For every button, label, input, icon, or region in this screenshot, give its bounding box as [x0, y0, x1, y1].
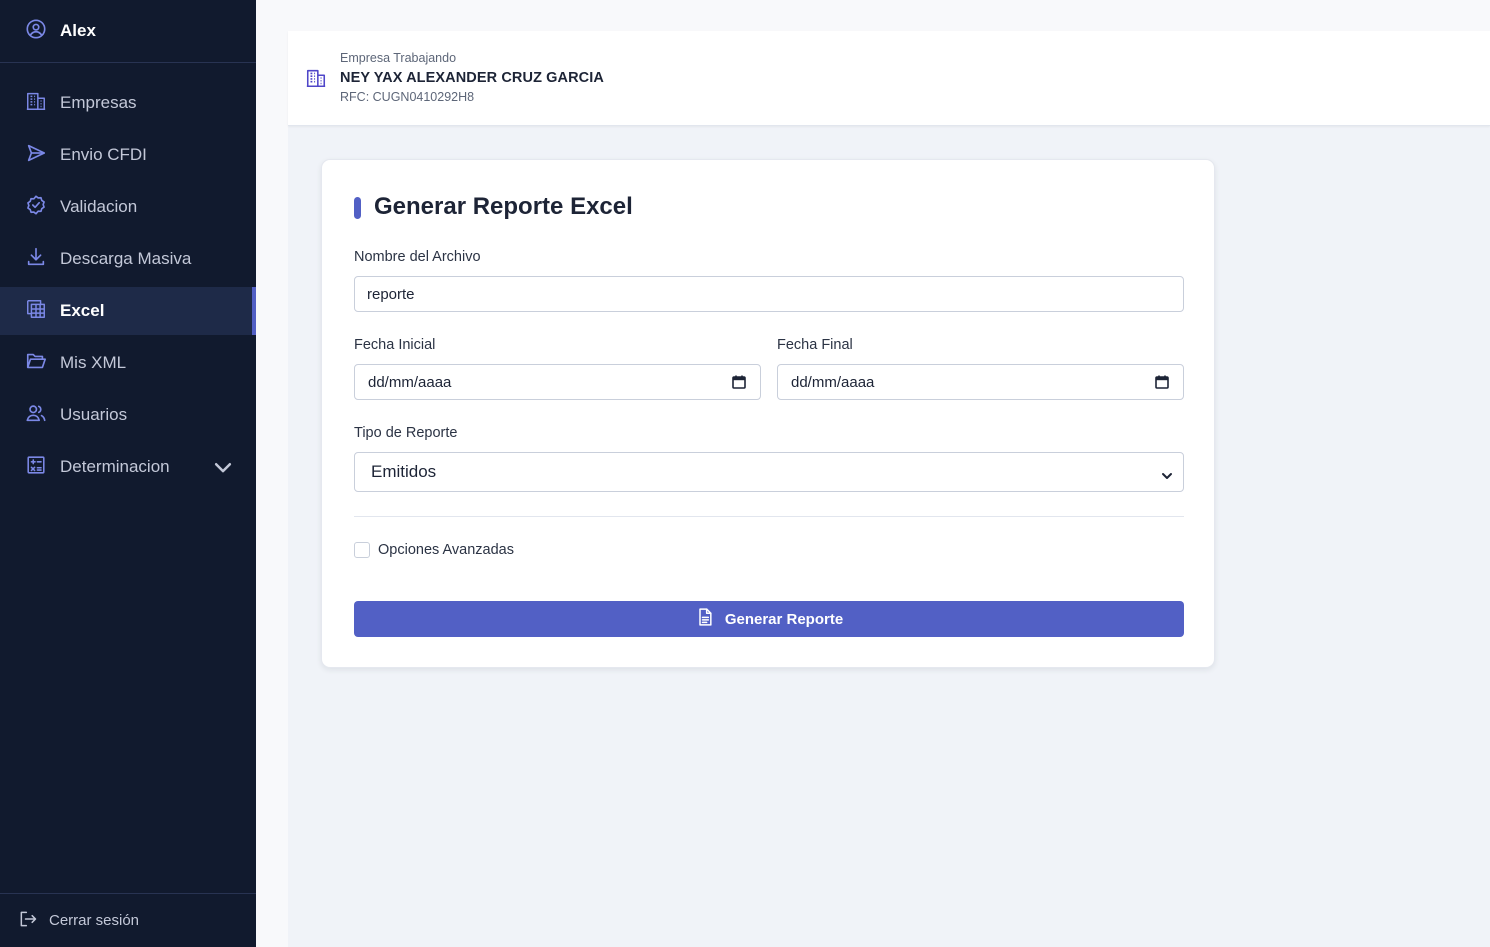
sidebar-item-descarga-masiva[interactable]: Descarga Masiva — [0, 235, 256, 283]
user-profile[interactable]: Alex — [0, 0, 256, 63]
user-name: Alex — [60, 21, 96, 40]
sidebar-item-validacion[interactable]: Validacion — [0, 183, 256, 231]
sidebar: Alex Empresas Envio CFDI Validacion Desc… — [0, 0, 256, 947]
sidebar-item-label: Empresas — [60, 93, 137, 112]
user-circle-icon — [25, 18, 47, 45]
company-caption: Empresa Trabajando — [340, 51, 457, 65]
chevron-down-icon[interactable] — [212, 456, 232, 473]
company-rfc: RFC: CUGN0410292H8 — [340, 90, 475, 104]
sidebar-item-determinacion[interactable]: Determinacion — [0, 443, 256, 491]
main-content: Empresa Trabajando NEY YAX ALEXANDER CRU… — [288, 0, 1490, 947]
sidebar-item-label: Determinacion — [60, 457, 170, 476]
sidebar-item-label: Excel — [60, 301, 105, 320]
folder-open-icon — [25, 350, 47, 377]
sidebar-item-usuarios[interactable]: Usuarios — [0, 391, 256, 439]
filename-label: Nombre del Archivo — [354, 249, 481, 265]
end-date-input[interactable]: dd/mm/aaaa — [777, 364, 1184, 400]
sidebar-item-envio-cfdi[interactable]: Envio CFDI — [0, 131, 256, 179]
send-icon — [25, 142, 47, 169]
users-icon — [25, 402, 47, 429]
logout-button[interactable]: Cerrar sesión — [0, 893, 256, 947]
advanced-options-checkbox[interactable] — [354, 542, 370, 558]
sidebar-item-label: Validacion — [60, 197, 138, 216]
sidebar-item-label: Descarga Masiva — [60, 249, 192, 268]
company-name: NEY YAX ALEXANDER CRUZ GARCIA — [340, 70, 604, 86]
advanced-options-label: Opciones Avanzadas — [378, 542, 514, 558]
company-header: Empresa Trabajando NEY YAX ALEXANDER CRU… — [288, 31, 1490, 126]
building-icon — [305, 67, 327, 89]
document-icon — [695, 607, 725, 631]
title-accent-bar — [354, 197, 361, 219]
logout-icon — [18, 909, 38, 933]
sidebar-nav: Empresas Envio CFDI Validacion Descarga … — [0, 79, 256, 495]
generate-report-button[interactable]: Generar Reporte — [354, 601, 1184, 637]
sidebar-item-empresas[interactable]: Empresas — [0, 79, 256, 127]
sidebar-item-excel[interactable]: Excel — [0, 287, 256, 335]
page-title: Generar Reporte Excel — [374, 193, 633, 220]
calendar-icon[interactable] — [732, 375, 746, 389]
download-icon — [25, 246, 47, 273]
start-date-input[interactable]: dd/mm/aaaa — [354, 364, 761, 400]
advanced-options-toggle[interactable]: Opciones Avanzadas — [354, 542, 514, 558]
chevron-down-icon — [1161, 467, 1173, 479]
filename-input[interactable] — [354, 276, 1184, 312]
report-type-value: Emitidos — [371, 462, 437, 481]
top-strip — [288, 0, 1490, 31]
table-icon — [25, 298, 47, 325]
start-date-placeholder: dd/mm/aaaa — [368, 373, 452, 391]
calculator-icon — [25, 454, 47, 481]
sidebar-item-label: Envio CFDI — [60, 145, 147, 164]
start-date-label: Fecha Inicial — [354, 337, 436, 353]
sidebar-item-label: Usuarios — [60, 405, 128, 424]
calendar-icon[interactable] — [1155, 375, 1169, 389]
sidebar-item-mis-xml[interactable]: Mis XML — [0, 339, 256, 387]
sidebar-item-label: Mis XML — [60, 353, 127, 372]
building-icon — [25, 90, 47, 117]
report-type-label: Tipo de Reporte — [354, 425, 458, 441]
logout-label: Cerrar sesión — [49, 912, 140, 929]
end-date-label: Fecha Final — [777, 337, 853, 353]
end-date-placeholder: dd/mm/aaaa — [791, 373, 875, 391]
generate-report-label: Generar Reporte — [724, 610, 844, 628]
divider — [354, 516, 1184, 517]
report-form-card: Generar Reporte Excel Nombre del Archivo… — [321, 159, 1215, 668]
report-type-select[interactable]: Emitidos — [354, 452, 1184, 492]
badge-check-icon — [25, 194, 47, 221]
